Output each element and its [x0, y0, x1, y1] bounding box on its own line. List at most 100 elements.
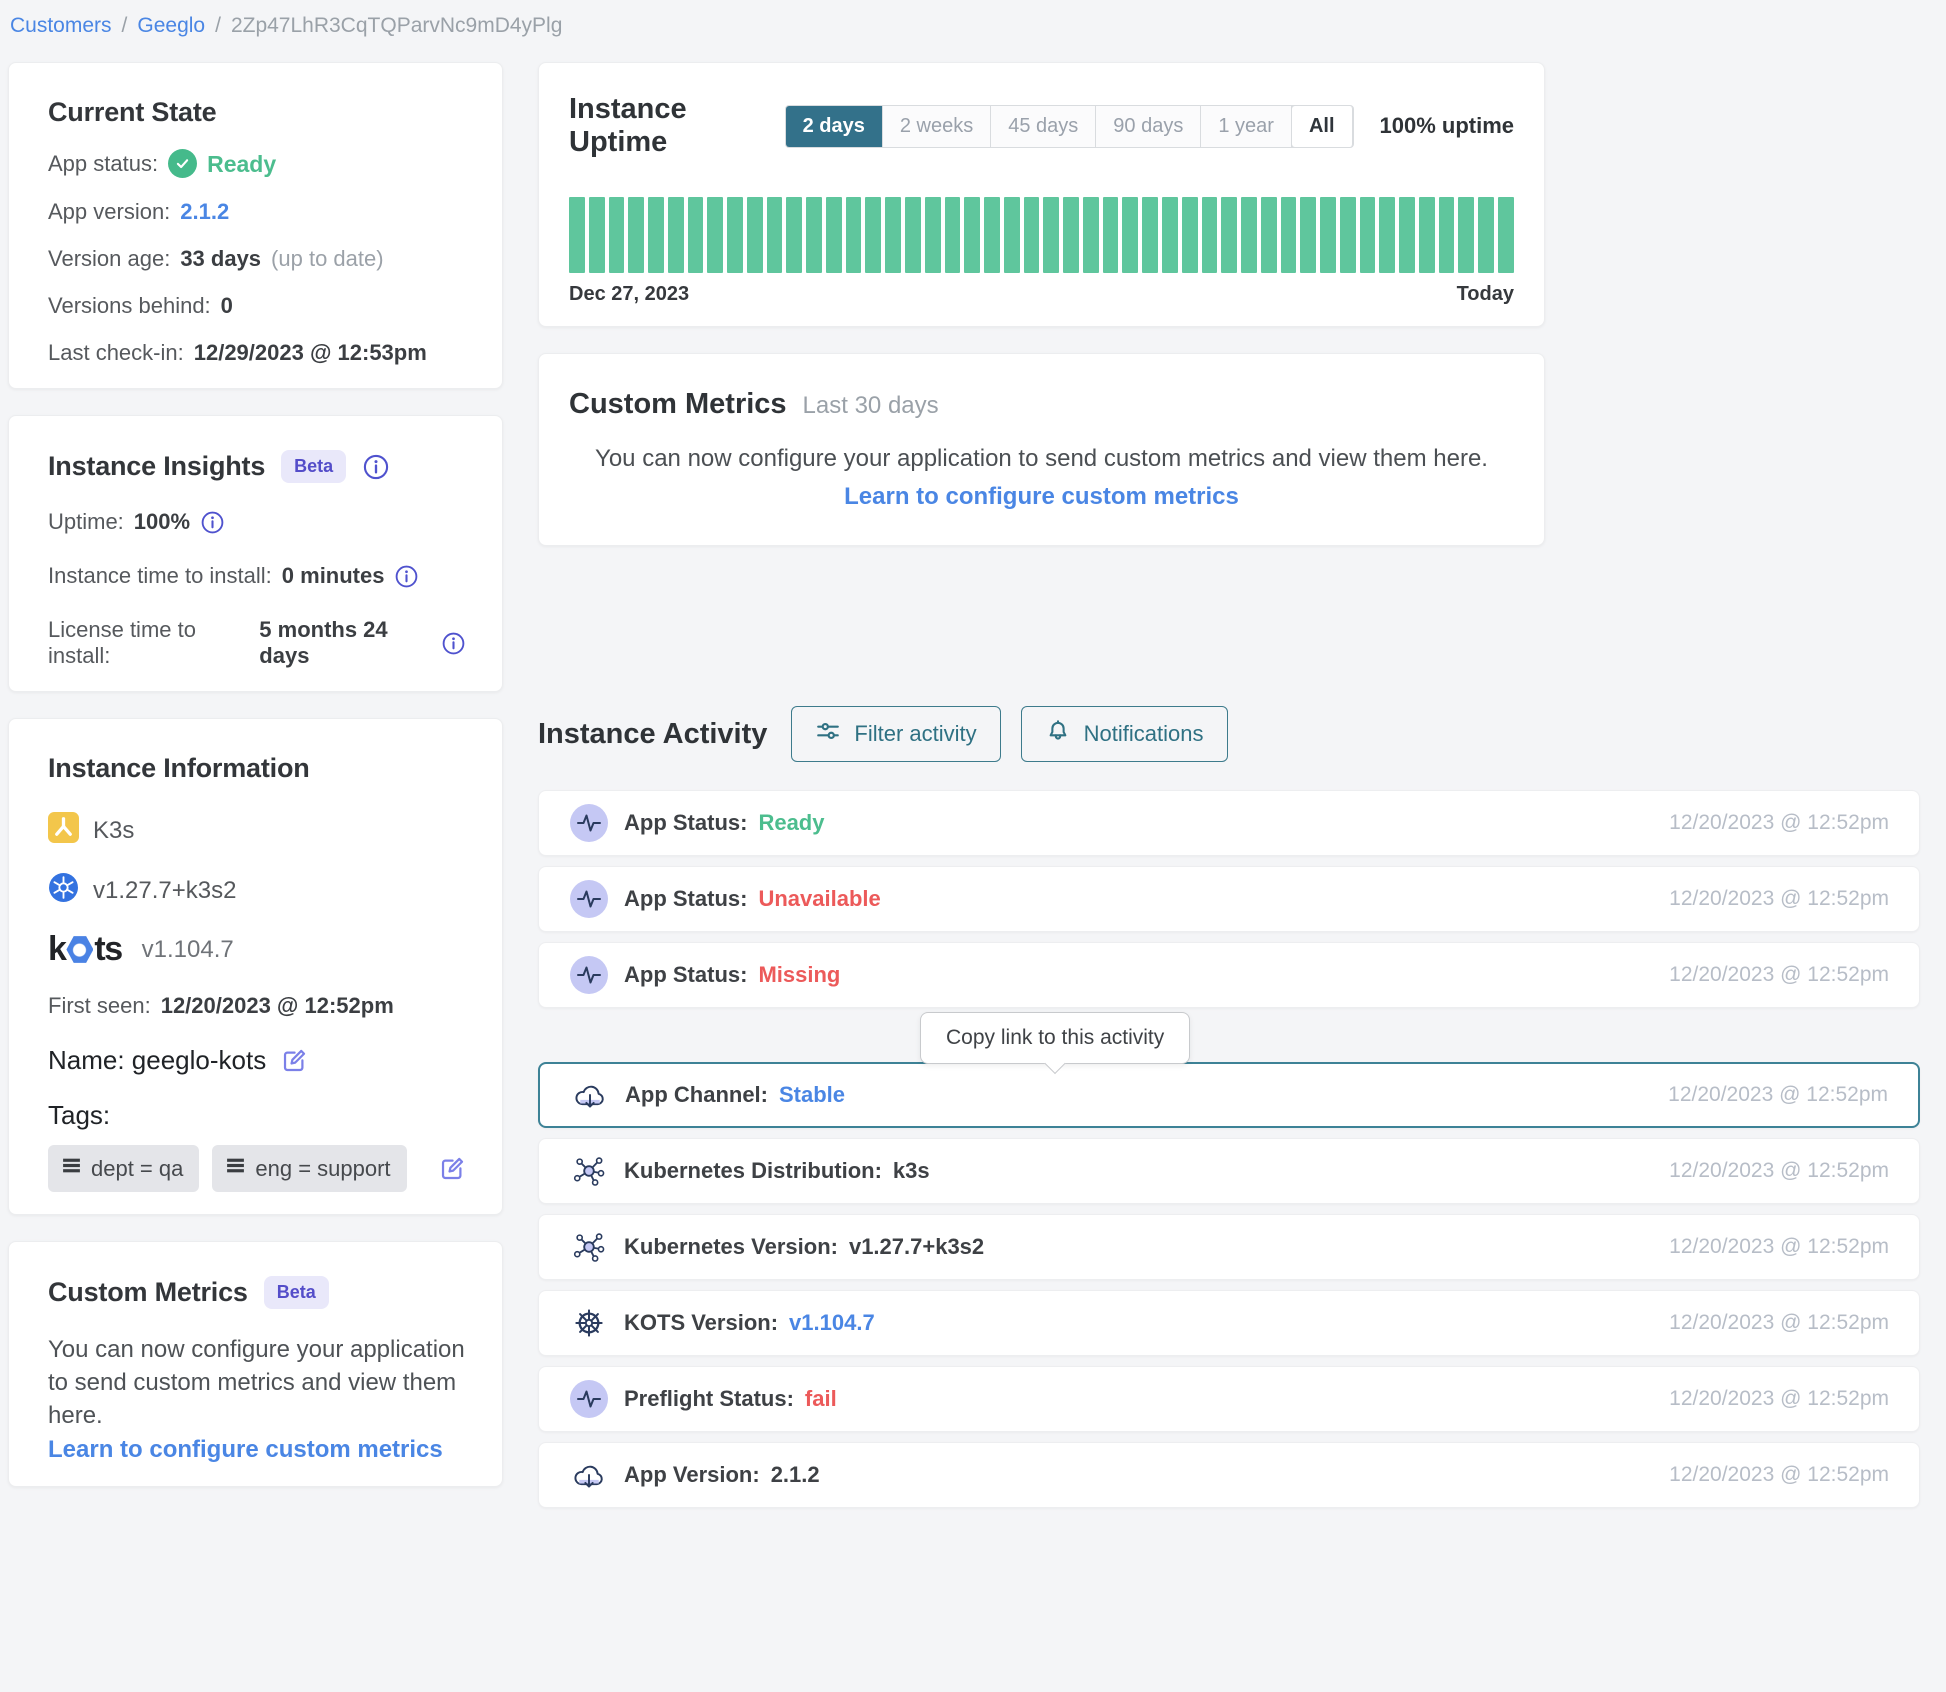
cloud-download-icon: [569, 1460, 609, 1490]
activity-row-label: App Status:: [624, 962, 747, 988]
pulse-icon: [569, 956, 609, 994]
instance-insights-card: Instance Insights Beta Uptime: 100% Inst…: [8, 415, 503, 692]
instance-time-label: Instance time to install:: [48, 563, 272, 589]
info-icon[interactable]: [394, 564, 419, 589]
breadcrumb-instance-id: 2Zp47LhR3CqTQParvNc9mD4yPlg: [231, 14, 562, 38]
uptime-range-button[interactable]: 2 days: [786, 106, 883, 147]
versions-behind-label: Versions behind:: [48, 293, 211, 319]
info-icon[interactable]: [441, 631, 466, 656]
app-status-label: App status:: [48, 151, 158, 177]
uptime-bar: [826, 197, 842, 273]
uptime-range-button[interactable]: 1 year: [1201, 106, 1292, 147]
instance-activity-list: App Status: Ready 12/20/2023 @ 12:52pm A…: [538, 790, 1920, 1508]
edit-name-icon[interactable]: [280, 1047, 308, 1075]
activity-row[interactable]: Preflight Status: fail 12/20/2023 @ 12:5…: [538, 1366, 1920, 1432]
activity-row[interactable]: Kubernetes Distribution: k3s 12/20/2023 …: [538, 1138, 1920, 1204]
uptime-bar: [1340, 197, 1356, 273]
uptime-range-button[interactable]: 45 days: [991, 106, 1096, 147]
activity-row-value[interactable]: Missing: [758, 962, 840, 988]
activity-row-timestamp: 12/20/2023 @ 12:52pm: [1669, 1387, 1889, 1411]
custom-metrics-right-link[interactable]: Learn to configure custom metrics: [569, 483, 1514, 511]
activity-row-label: App Version:: [624, 1462, 760, 1488]
uptime-bar: [727, 197, 743, 273]
uptime-bar: [1142, 197, 1158, 273]
uptime-bar: [648, 197, 664, 273]
activity-row-timestamp: 12/20/2023 @ 12:52pm: [1669, 811, 1889, 835]
bell-icon: [1045, 718, 1071, 750]
first-seen-value: 12/20/2023 @ 12:52pm: [161, 993, 394, 1019]
version-age-value: 33 days: [180, 246, 261, 272]
tag-label: eng = support: [255, 1156, 390, 1182]
filter-activity-button[interactable]: Filter activity: [791, 706, 1000, 762]
tag-chip: eng = support: [212, 1145, 406, 1192]
activity-row-value[interactable]: 2.1.2: [771, 1462, 820, 1488]
uptime-bar: [589, 197, 605, 273]
uptime-bar: [1202, 197, 1218, 273]
breadcrumb-customers-link[interactable]: Customers: [10, 14, 112, 38]
activity-row[interactable]: App Channel: Stable 12/20/2023 @ 12:52pm: [538, 1062, 1920, 1128]
license-time-label: License time to install:: [48, 617, 249, 669]
uptime-bar: [1458, 197, 1474, 273]
activity-row[interactable]: App Status: Unavailable 12/20/2023 @ 12:…: [538, 866, 1920, 932]
info-icon[interactable]: [362, 453, 390, 481]
uptime-bar: [707, 197, 723, 273]
instance-time-value: 0 minutes: [282, 563, 385, 589]
breadcrumb: Customers / Geeglo / 2Zp47LhR3CqTQParvNc…: [8, 14, 1920, 38]
tag-label: dept = qa: [91, 1156, 183, 1182]
version-age-label: Version age:: [48, 246, 170, 272]
activity-row-timestamp: 12/20/2023 @ 12:52pm: [1668, 1083, 1888, 1107]
current-state-card: Current State App status: Ready App vers…: [8, 62, 503, 389]
activity-row-value[interactable]: fail: [805, 1386, 837, 1412]
app-version-label: App version:: [48, 199, 170, 225]
edit-tags-icon[interactable]: [438, 1155, 466, 1183]
uptime-bar: [668, 197, 684, 273]
custom-metrics-left-link[interactable]: Learn to configure custom metrics: [48, 1436, 443, 1464]
info-icon[interactable]: [200, 510, 225, 535]
uptime-range-button[interactable]: All: [1292, 106, 1353, 147]
custom-metrics-right-card: Custom Metrics Last 30 days You can now …: [538, 353, 1545, 546]
kubernetes-icon: [48, 872, 79, 910]
activity-row[interactable]: App Version: 2.1.2 12/20/2023 @ 12:52pm: [538, 1442, 1920, 1508]
activity-row-value[interactable]: Ready: [758, 810, 824, 836]
notifications-button[interactable]: Notifications: [1021, 706, 1228, 762]
uptime-bar: [1399, 197, 1415, 273]
activity-row-value[interactable]: Stable: [779, 1082, 845, 1108]
uptime-bar: [767, 197, 783, 273]
app-version-link[interactable]: 2.1.2: [180, 199, 229, 225]
instance-detail-page: Customers / Geeglo / 2Zp47LhR3CqTQParvNc…: [0, 0, 1946, 1518]
beta-badge: Beta: [281, 450, 346, 483]
uptime-bar: [1261, 197, 1277, 273]
activity-row[interactable]: KOTS Version: v1.104.7 12/20/2023 @ 12:5…: [538, 1290, 1920, 1356]
uptime-range-button[interactable]: 2 weeks: [883, 106, 991, 147]
activity-row[interactable]: App Status: Ready 12/20/2023 @ 12:52pm: [538, 790, 1920, 856]
activity-row[interactable]: Kubernetes Version: v1.27.7+k3s2 12/20/2…: [538, 1214, 1920, 1280]
custom-metrics-right-body: You can now configure your application t…: [569, 445, 1514, 473]
kots-logo-k: k: [48, 930, 65, 969]
uptime-bar: [1162, 197, 1178, 273]
activity-row-value[interactable]: k3s: [893, 1158, 930, 1184]
activity-row-value[interactable]: Unavailable: [758, 886, 880, 912]
uptime-bar: [1379, 197, 1395, 273]
activity-row-value[interactable]: v1.27.7+k3s2: [849, 1234, 984, 1260]
uptime-bar: [1478, 197, 1494, 273]
instance-insights-title: Instance Insights: [48, 451, 265, 482]
pulse-icon: [569, 880, 609, 918]
uptime-range-button[interactable]: 90 days: [1096, 106, 1201, 147]
custom-metrics-right-subtitle: Last 30 days: [803, 392, 939, 420]
uptime-bar: [1122, 197, 1138, 273]
custom-metrics-right-title: Custom Metrics: [569, 388, 787, 421]
instance-information-title: Instance Information: [48, 753, 466, 784]
activity-row-timestamp: 12/20/2023 @ 12:52pm: [1669, 1463, 1889, 1487]
left-column: Current State App status: Ready App vers…: [8, 62, 503, 1513]
activity-row-value[interactable]: v1.104.7: [789, 1310, 875, 1336]
uptime-bar: [1241, 197, 1257, 273]
uptime-bar: [1004, 197, 1020, 273]
uptime-bar: [1103, 197, 1119, 273]
custom-metrics-left-card: Custom Metrics Beta You can now configur…: [8, 1241, 503, 1487]
pulse-icon: [569, 1380, 609, 1418]
custom-metrics-left-body: You can now configure your application t…: [48, 1333, 466, 1432]
activity-row-label: Preflight Status:: [624, 1386, 794, 1412]
breadcrumb-app-link[interactable]: Geeglo: [137, 14, 205, 38]
activity-row-label: KOTS Version:: [624, 1310, 778, 1336]
activity-row[interactable]: App Status: Missing 12/20/2023 @ 12:52pm: [538, 942, 1920, 1008]
